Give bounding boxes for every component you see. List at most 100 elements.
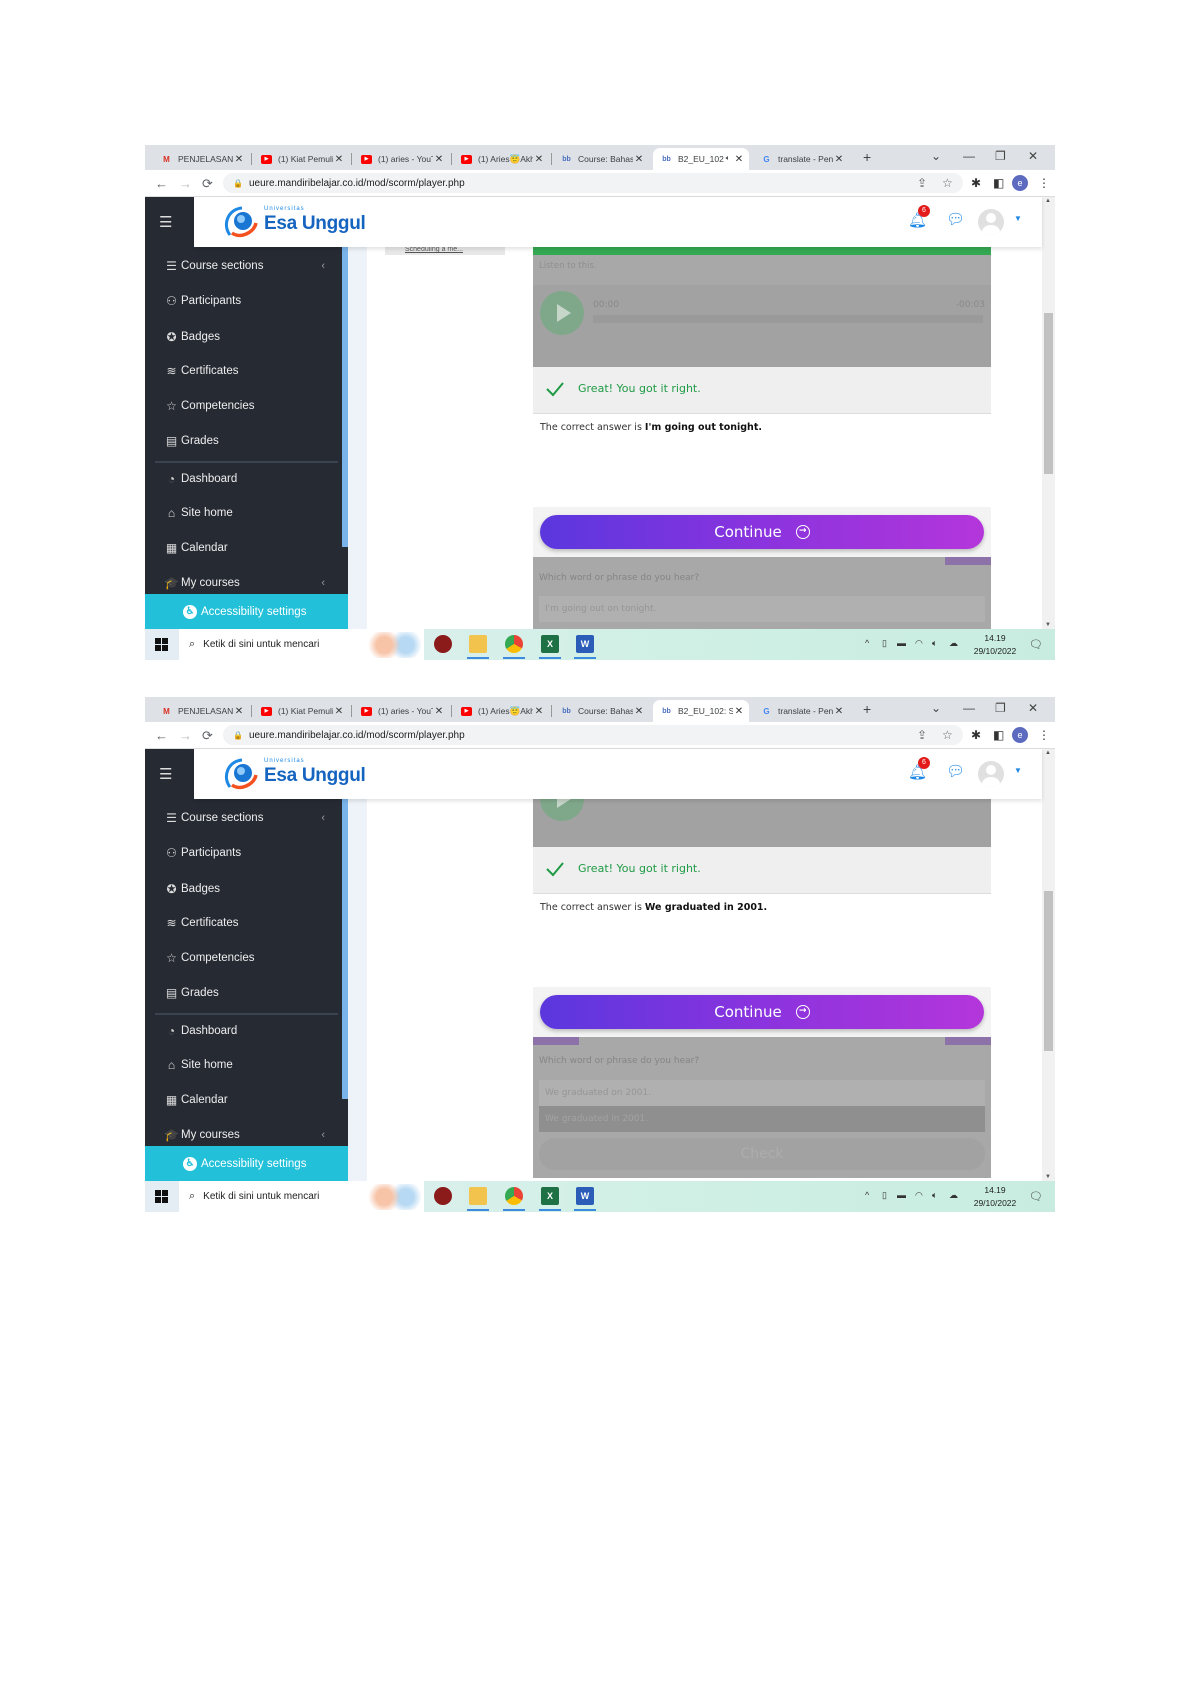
sidebar-item-course-sections[interactable]: ☰ Course sections ‹ <box>163 256 333 276</box>
university-logo[interactable]: Universitas Esa Unggul <box>224 755 374 793</box>
sidebar-item-dashboard[interactable]: ◔ Dashboard <box>163 1021 333 1041</box>
continue-button[interactable]: Continue → <box>540 995 984 1029</box>
browser-tab[interactable]: ▶ (1) Aries😇Akh ✕ <box>453 148 549 170</box>
sidebar-item-competencies[interactable]: ☆ Competencies <box>163 396 333 416</box>
profile-avatar[interactable]: e <box>1012 175 1028 191</box>
action-center-icon[interactable]: 🗨︎ <box>1029 1190 1043 1203</box>
sidebar-item-competencies[interactable]: ☆ Competencies <box>163 948 333 968</box>
chevron-left-icon[interactable]: ‹ <box>321 1129 325 1141</box>
sidebar-item-grades[interactable]: ▤ Grades <box>163 431 333 451</box>
tab-close-icon[interactable]: ✕ <box>333 154 345 165</box>
browser-tab[interactable]: Gtranslate - Pen ✕ <box>753 700 849 722</box>
sidebar-item-calendar[interactable]: ▦ Calendar <box>163 1090 333 1110</box>
tab-close-icon[interactable]: ✕ <box>733 706 745 717</box>
browser-tab[interactable]: M PENJELASAN U✕ <box>153 148 249 170</box>
messages-chat-icon[interactable]: 💬︎ <box>946 210 965 228</box>
tab-close-icon[interactable]: ✕ <box>833 706 845 717</box>
browser-tab[interactable]: bb B2_EU_102 🔈︎ ✕ <box>653 148 749 170</box>
accessibility-settings-button[interactable]: ♿︎ Accessibility settings <box>145 1146 348 1181</box>
wifi-icon[interactable]: ◠ <box>915 1190 923 1201</box>
user-avatar[interactable] <box>978 761 1004 787</box>
browser-tab[interactable]: M PENJELASAN U✕ <box>153 700 249 722</box>
play-button-icon[interactable] <box>540 799 584 821</box>
messages-chat-icon[interactable]: 💬︎ <box>946 762 965 780</box>
browser-tab[interactable]: bb Course: Bahasa ✕ <box>553 700 649 722</box>
play-button-icon[interactable] <box>540 291 584 335</box>
chevron-left-icon[interactable]: ‹ <box>321 812 325 824</box>
extensions-icon[interactable]: ✱ <box>971 728 981 742</box>
sidebar-item-participants[interactable]: ⚇ Participants <box>163 843 333 863</box>
browser-tab[interactable]: ▶ (1) Aries😇Akh ✕ <box>453 700 549 722</box>
excel-icon[interactable]: X <box>541 635 559 653</box>
tab-close-icon[interactable]: ✕ <box>433 154 445 165</box>
browser-tab[interactable]: Gtranslate - Pen ✕ <box>753 148 849 170</box>
accessibility-settings-button[interactable]: ♿︎ Accessibility settings <box>145 594 348 629</box>
taskbar-app-icon[interactable] <box>434 635 452 653</box>
share-icon[interactable]: ⇪ <box>917 176 927 190</box>
minimize-icon[interactable]: — <box>963 149 975 163</box>
tab-close-icon[interactable]: ✕ <box>233 154 245 165</box>
url-input[interactable]: 🔒 ueure.mandiribelajar.co.id/mod/scorm/p… <box>223 725 963 745</box>
tab-close-icon[interactable]: ✕ <box>233 706 245 717</box>
restore-icon[interactable]: ❐ <box>995 149 1006 163</box>
scroll-up-icon[interactable]: ▲ <box>1045 750 1051 756</box>
sidebar-item-grades[interactable]: ▤ Grades <box>163 983 333 1003</box>
check-button[interactable]: Check <box>539 1138 985 1170</box>
chevron-left-icon[interactable]: ‹ <box>321 260 325 272</box>
browser-tab[interactable]: ▶ (1) aries - YouT ✕ <box>353 148 449 170</box>
page-scrollbar-thumb[interactable] <box>1044 313 1053 474</box>
new-tab-button[interactable]: + <box>863 701 871 717</box>
sidebar-item-dashboard[interactable]: ◔ Dashboard <box>163 469 333 489</box>
answer-option[interactable]: We graduated on 2001. <box>539 1080 985 1106</box>
excel-icon[interactable]: X <box>541 1187 559 1205</box>
taskbar-clock[interactable]: 14.19 29/10/2022 <box>972 632 1018 658</box>
continue-button[interactable]: Continue → <box>540 515 984 549</box>
show-hidden-icons-icon[interactable]: ^ <box>865 1190 869 1200</box>
tab-search-icon[interactable]: ⌄ <box>931 701 941 715</box>
sidebar-item-badges[interactable]: ✪ Badges <box>163 327 333 347</box>
tab-close-icon[interactable]: ✕ <box>633 706 645 717</box>
meet-now-icon[interactable]: ▯ <box>882 638 887 649</box>
bookmark-star-icon[interactable]: ☆ <box>942 176 953 190</box>
minimize-icon[interactable]: — <box>963 701 975 715</box>
close-window-icon[interactable]: ✕ <box>1028 149 1038 163</box>
sidebar-item-my-courses[interactable]: 🎓 My courses ‹ <box>163 1125 333 1145</box>
browser-tab[interactable]: bb B2_EU_102: Se ✕ <box>653 700 749 722</box>
taskbar-app-icon[interactable] <box>434 1187 452 1205</box>
volume-icon[interactable]: 🔈︎ <box>932 1190 937 1201</box>
battery-icon[interactable]: ▬ <box>897 1190 906 1200</box>
chrome-icon[interactable] <box>505 635 523 653</box>
browser-tab[interactable]: ▶ (1) Kiat Pemulih ✕ <box>253 700 349 722</box>
tab-close-icon[interactable]: ✕ <box>633 154 645 165</box>
sidebar-item-site-home[interactable]: ⌂ Site home <box>163 503 333 523</box>
new-tab-button[interactable]: + <box>863 149 871 165</box>
tab-close-icon[interactable]: ✕ <box>833 154 845 165</box>
back-icon[interactable]: ← <box>155 176 168 191</box>
sidebar-item-participants[interactable]: ⚇ Participants <box>163 291 333 311</box>
hamburger-menu-icon[interactable]: ☰ <box>159 765 172 783</box>
page-scrollbar-thumb[interactable] <box>1044 891 1053 1051</box>
volume-icon[interactable]: 🔈︎ <box>932 638 937 649</box>
windows-start-icon[interactable] <box>155 1190 168 1203</box>
onedrive-cloud-icon[interactable]: ☁ <box>949 638 958 649</box>
scheduling-link[interactable]: Scheduling a me... <box>385 247 505 255</box>
forward-icon[interactable]: → <box>179 176 192 191</box>
scroll-up-icon[interactable]: ▲ <box>1045 198 1051 204</box>
sidebar-item-certificates[interactable]: ≋ Certificates <box>163 361 333 381</box>
chrome-icon[interactable] <box>505 1187 523 1205</box>
browser-tab[interactable]: ▶ (1) aries - YouT ✕ <box>353 700 449 722</box>
restore-icon[interactable]: ❐ <box>995 701 1006 715</box>
sidebar-item-certificates[interactable]: ≋ Certificates <box>163 913 333 933</box>
wifi-icon[interactable]: ◠ <box>915 638 923 649</box>
sidebar-item-site-home[interactable]: ⌂ Site home <box>163 1055 333 1075</box>
meet-now-icon[interactable]: ▯ <box>882 1190 887 1201</box>
chevron-left-icon[interactable]: ‹ <box>321 577 325 589</box>
extensions-icon[interactable]: ✱ <box>971 176 981 190</box>
browser-menu-icon[interactable]: ⋮ <box>1038 176 1050 190</box>
tab-close-icon[interactable]: ✕ <box>333 706 345 717</box>
scroll-down-icon[interactable]: ▼ <box>1045 622 1051 628</box>
tab-close-icon[interactable]: ✕ <box>533 154 545 165</box>
side-panel-icon[interactable]: ◧ <box>993 176 1004 190</box>
tab-audio-icon[interactable]: 🔈︎ <box>726 155 730 163</box>
forward-icon[interactable]: → <box>179 728 192 743</box>
